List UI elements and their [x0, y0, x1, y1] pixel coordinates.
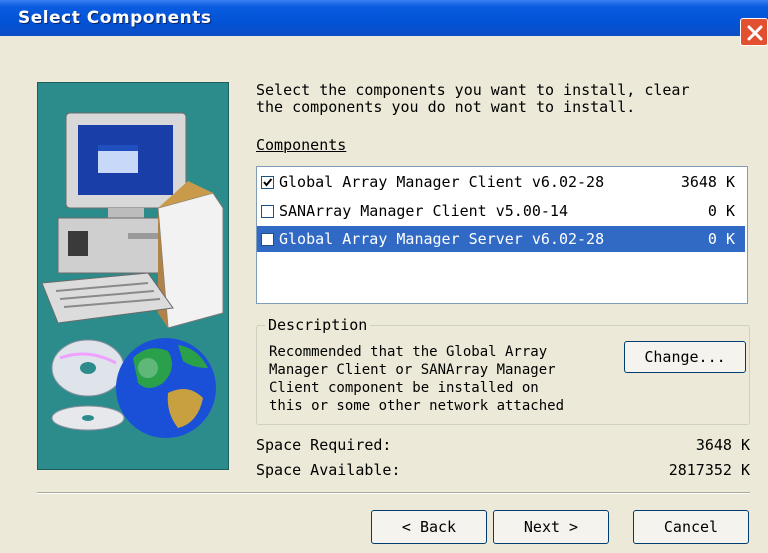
back-button[interactable]: < Back — [371, 510, 487, 544]
space-required-row: Space Required: 3648 K — [256, 436, 750, 454]
component-checkbox-sanarray-client[interactable] — [261, 205, 274, 218]
cancel-button[interactable]: Cancel — [633, 510, 749, 544]
next-button[interactable]: Next > — [493, 510, 609, 544]
description-text: Recommended that the Global Array Manage… — [269, 344, 565, 414]
checkmark-icon — [263, 178, 273, 187]
component-name: Global Array Manager Server v6.02-28 — [279, 230, 605, 248]
components-label-text: Components — [256, 136, 347, 154]
components-list[interactable]: Global Array Manager Client v6.02-28 364… — [256, 166, 748, 304]
divider — [37, 492, 750, 494]
component-row-gam-client[interactable]: Global Array Manager Client v6.02-28 364… — [257, 169, 745, 195]
description-title: Description — [265, 315, 371, 335]
wizard-illustration — [37, 82, 229, 470]
space-required-label: Space Required: — [256, 436, 392, 454]
close-icon — [747, 25, 763, 41]
space-available-label: Space Available: — [256, 461, 401, 479]
computer-icon — [41, 112, 224, 329]
component-size: 3648 K — [680, 173, 735, 191]
description-group: Description Recommended that the Global … — [256, 315, 750, 425]
close-button[interactable] — [740, 18, 768, 46]
component-size: 0 K — [707, 230, 735, 248]
space-required-value: 3648 K — [695, 436, 750, 454]
change-button[interactable]: Change... — [624, 341, 746, 373]
component-checkbox-gam-server[interactable] — [261, 233, 274, 246]
window-title: Select Components — [18, 8, 212, 28]
components-label: Components — [256, 136, 346, 154]
title-bar: Select Components — [0, 0, 768, 36]
component-size: 0 K — [707, 202, 735, 220]
instructions-text: Select the components you want to instal… — [256, 81, 690, 116]
component-name: Global Array Manager Client v6.02-28 — [279, 173, 605, 191]
globe-icon — [116, 338, 216, 438]
component-name: SANArray Manager Client v5.00-14 — [279, 202, 568, 220]
space-available-row: Space Available: 2817352 K — [256, 461, 750, 479]
component-row-gam-server[interactable]: Global Array Manager Server v6.02-28 0 K — [257, 226, 745, 252]
component-row-sanarray-client[interactable]: SANArray Manager Client v5.00-14 0 K — [257, 198, 745, 224]
component-checkbox-gam-client[interactable] — [261, 176, 274, 189]
space-available-value: 2817352 K — [668, 461, 750, 479]
cd-icon — [51, 339, 125, 431]
